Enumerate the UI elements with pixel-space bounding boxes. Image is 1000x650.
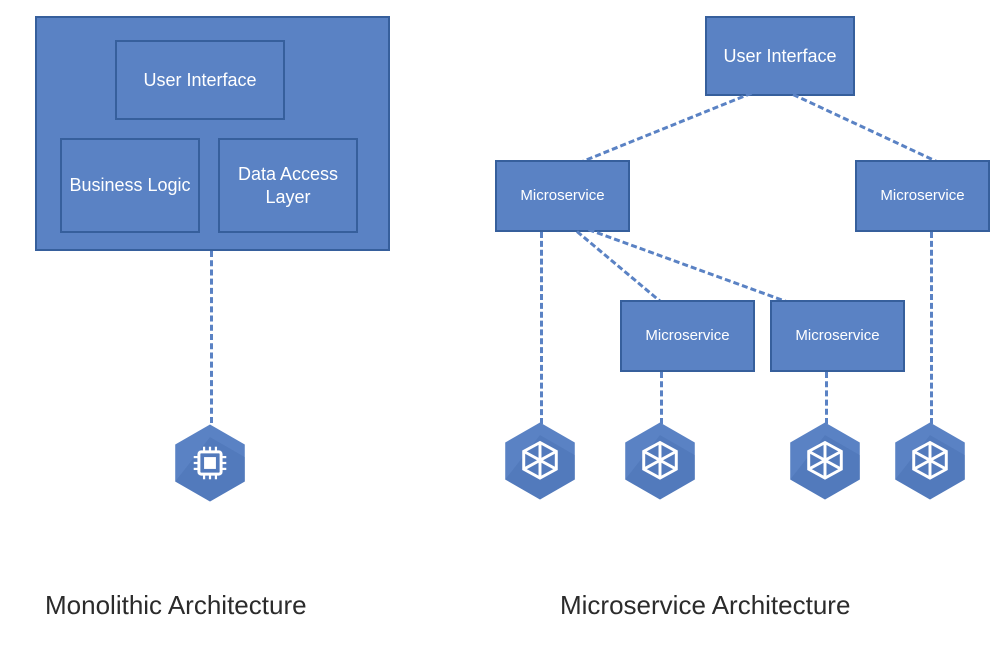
microservice-ui-label: User Interface bbox=[723, 45, 836, 68]
cube-icon bbox=[503, 420, 577, 502]
microservice-hexagon-1 bbox=[503, 420, 577, 502]
microservice-1-label: Microservice bbox=[520, 187, 604, 206]
ui-to-ms1-line bbox=[569, 88, 760, 168]
ms4-to-hex3-line bbox=[825, 372, 828, 424]
monolithic-data-label: Data Access Layer bbox=[220, 163, 356, 208]
monolithic-ui-label: User Interface bbox=[143, 69, 256, 92]
monolithic-business-label: Business Logic bbox=[69, 174, 190, 197]
microservice-box-4: Microservice bbox=[770, 300, 905, 372]
ms1-to-hex1-line bbox=[540, 232, 543, 424]
ms3-to-hex2-line bbox=[660, 372, 663, 424]
monolithic-connection-line bbox=[210, 251, 213, 423]
microservice-hexagon-3 bbox=[788, 420, 862, 502]
cube-icon bbox=[623, 420, 697, 502]
microservice-hexagon-2 bbox=[623, 420, 697, 502]
microservice-box-3: Microservice bbox=[620, 300, 755, 372]
microservice-box-1: Microservice bbox=[495, 160, 630, 232]
microservice-caption: Microservice Architecture bbox=[560, 590, 850, 621]
monolithic-data-box: Data Access Layer bbox=[218, 138, 358, 233]
monolithic-business-box: Business Logic bbox=[60, 138, 200, 233]
monolithic-hexagon bbox=[173, 422, 247, 504]
monolithic-ui-box: User Interface bbox=[115, 40, 285, 120]
monolithic-caption: Monolithic Architecture bbox=[45, 590, 307, 621]
microservice-3-label: Microservice bbox=[645, 327, 729, 346]
cube-icon bbox=[893, 420, 967, 502]
microservice-4-label: Microservice bbox=[795, 327, 879, 346]
microservice-hexagon-4 bbox=[893, 420, 967, 502]
ms2-to-hex4-line bbox=[930, 232, 933, 424]
cube-icon bbox=[788, 420, 862, 502]
microservice-ui-box: User Interface bbox=[705, 16, 855, 96]
chip-icon bbox=[173, 422, 247, 504]
microservice-2-label: Microservice bbox=[880, 187, 964, 206]
microservice-box-2: Microservice bbox=[855, 160, 990, 232]
